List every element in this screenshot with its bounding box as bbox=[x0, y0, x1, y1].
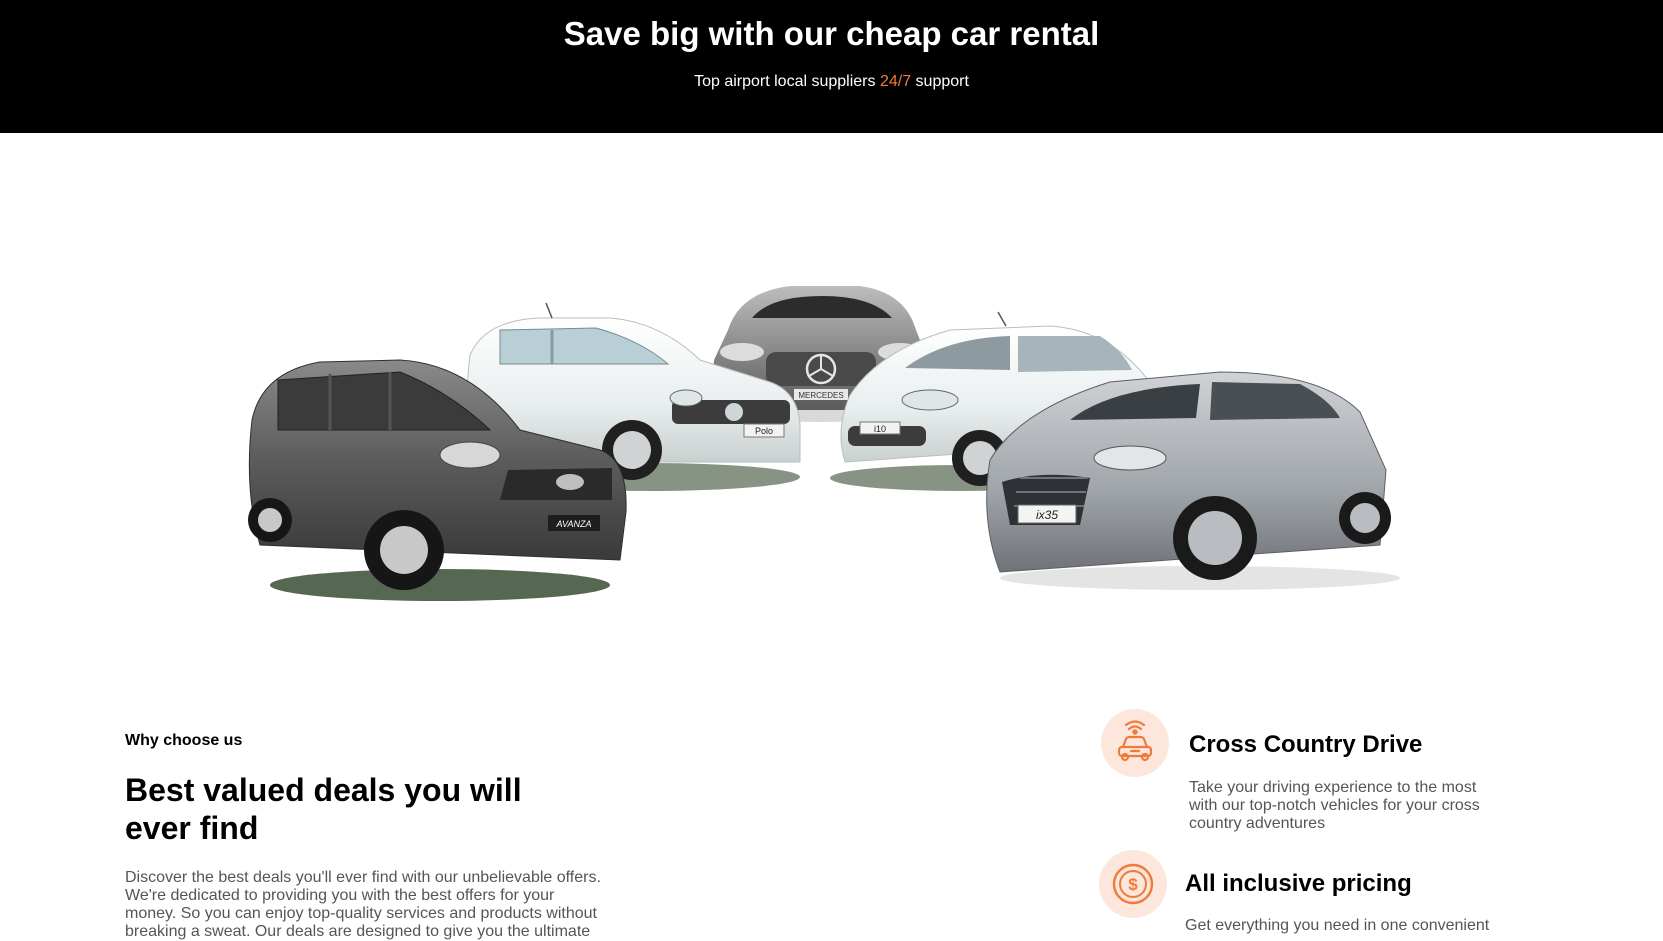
feature-title: All inclusive pricing bbox=[1185, 870, 1412, 897]
polo-plate: Polo bbox=[755, 426, 773, 436]
hero-subtitle-accent: 24/7 bbox=[879, 73, 912, 90]
feature-title: Cross Country Drive bbox=[1189, 731, 1423, 758]
i10-plate: i10 bbox=[874, 424, 886, 434]
cars-lineup-image: MERCEDES Polo i10 AVANZA ix35 bbox=[248, 286, 1400, 601]
hero-title: Save big with our cheap car rental bbox=[563, 15, 1100, 52]
why-eyebrow: Why choose us bbox=[125, 732, 243, 749]
dollar-coin-icon: $ bbox=[1112, 863, 1154, 905]
ix35-plate: ix35 bbox=[1036, 508, 1058, 522]
svg-text:$: $ bbox=[1128, 875, 1138, 894]
feature-icon-container: $ bbox=[1099, 850, 1167, 918]
hero-subtitle: Top airport local suppliers 24/7 support bbox=[0, 72, 1663, 92]
why-body: Discover the best deals you'll ever find… bbox=[125, 869, 601, 940]
avanza-plate: AVANZA bbox=[555, 519, 591, 529]
why-heading: Best valued deals you will ever find bbox=[125, 772, 522, 846]
feature-icon-container bbox=[1101, 709, 1169, 777]
car-signal-icon bbox=[1117, 720, 1153, 762]
feature-description: Get everything you need in one convenien… bbox=[1185, 917, 1490, 934]
mercedes-plate: MERCEDES bbox=[798, 391, 843, 400]
hero-subtitle-start: Top airport local suppliers bbox=[694, 73, 880, 90]
feature-description: Take your driving experience to the most… bbox=[1189, 779, 1480, 832]
hero-subtitle-end: support bbox=[911, 73, 969, 90]
